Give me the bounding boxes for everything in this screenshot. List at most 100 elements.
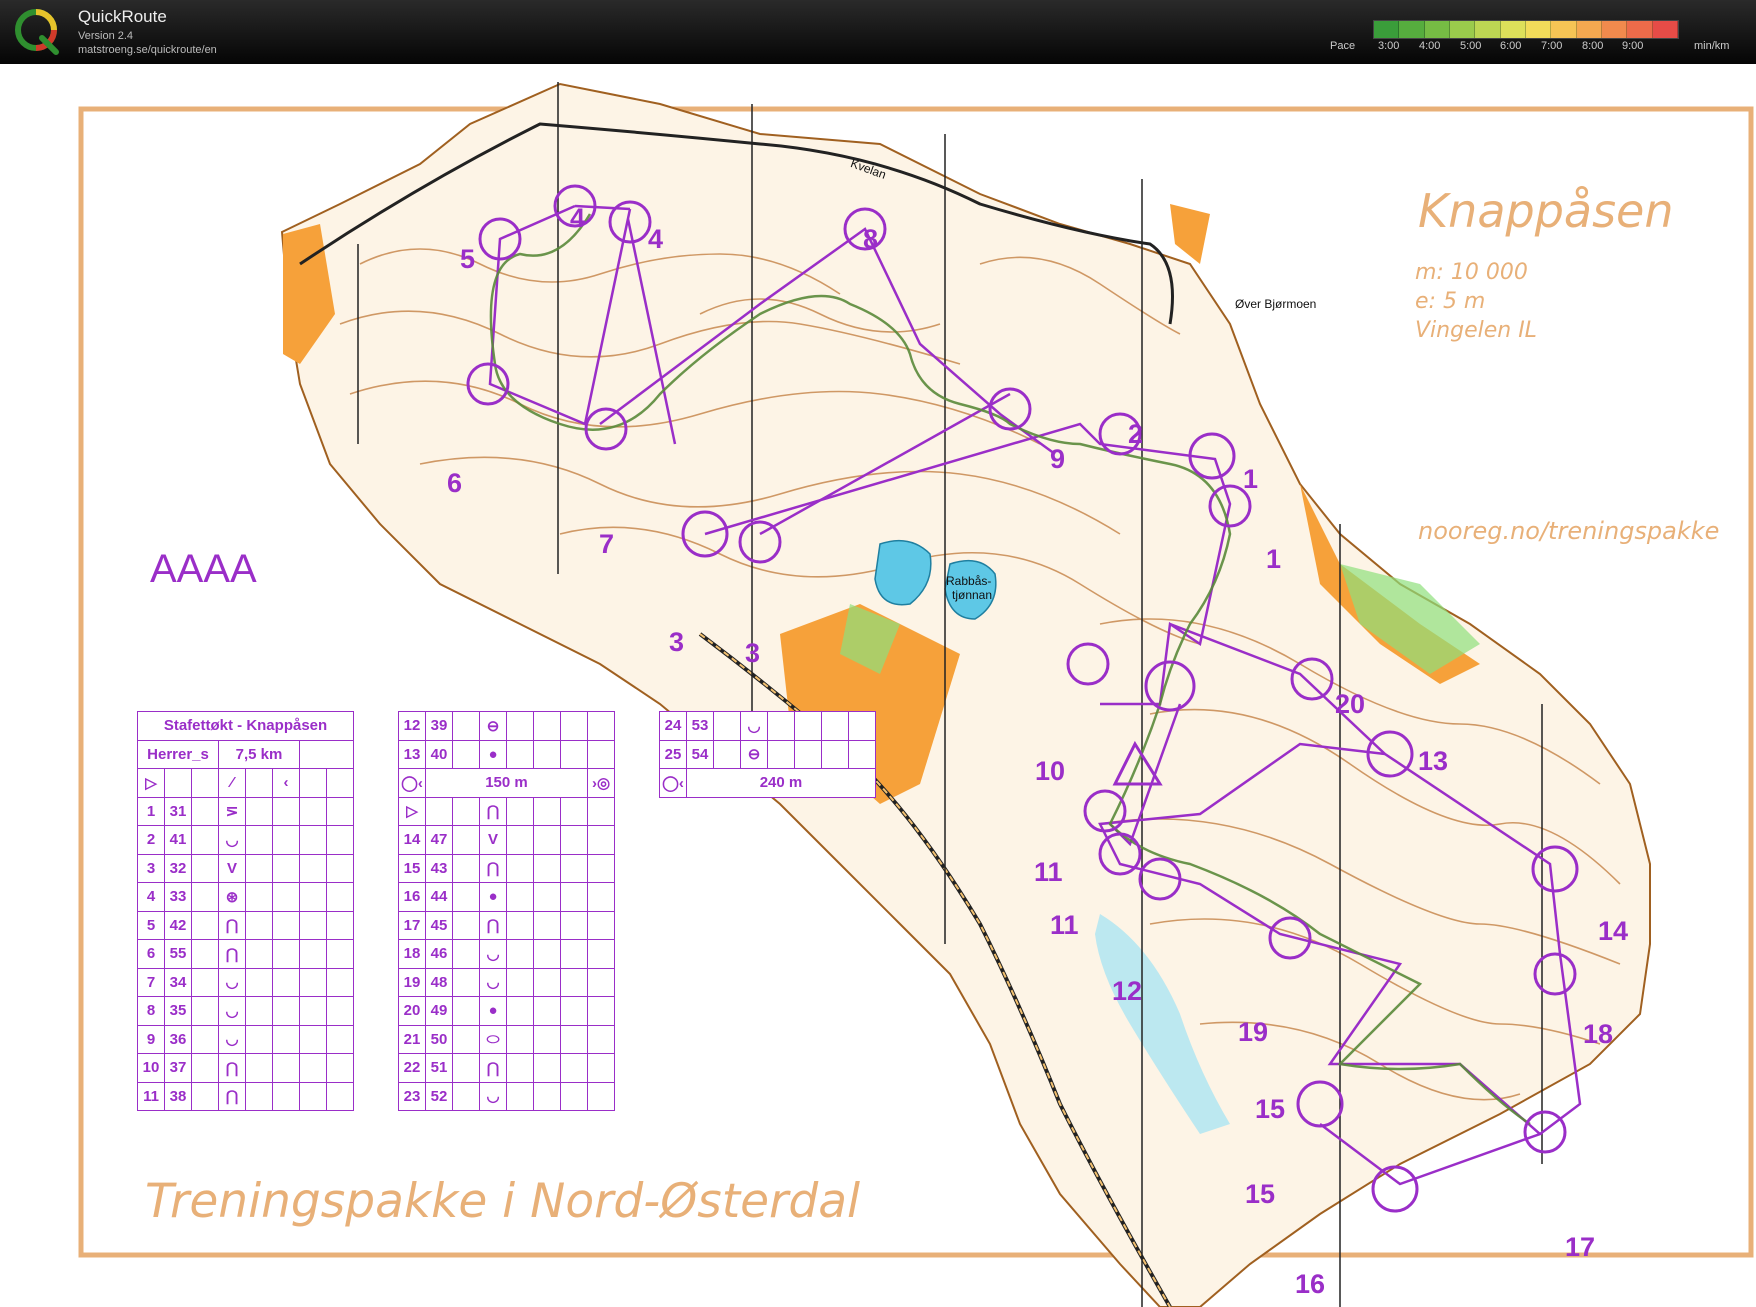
feature-symbol-icon: ⊖: [479, 711, 507, 741]
description-cell: [587, 967, 615, 997]
map-footer: Treningspakke i Nord-Østerdal: [145, 1174, 861, 1229]
description-cell: [533, 967, 561, 997]
control-number: 13: [1418, 746, 1449, 776]
control-code: 39: [425, 711, 453, 741]
open-land: [1170, 204, 1210, 264]
control-number: 11: [1034, 857, 1063, 887]
pace-color-scale: [1373, 20, 1679, 39]
pace-color-cell: [1374, 21, 1400, 38]
description-cell: [506, 996, 534, 1026]
description-row: 10 37 ⋂: [137, 1053, 354, 1083]
pace-tick: 3:00: [1378, 40, 1400, 52]
feature-symbol-icon: ⋂: [479, 910, 507, 940]
control-order: 11: [137, 1081, 165, 1111]
description-cell: [794, 711, 822, 741]
control-number: 20: [1335, 689, 1366, 719]
control-number: 15: [1245, 1179, 1276, 1209]
description-row: 25 54 ⊖: [659, 739, 876, 769]
description-cell: [272, 796, 300, 826]
control-order: 8: [137, 996, 165, 1026]
control-number: 1: [1243, 464, 1259, 494]
feature-symbol-icon: ◡: [740, 711, 768, 741]
description-row: 12 39 ⊖: [398, 711, 615, 741]
feature-symbol-icon: V: [218, 853, 246, 883]
control-order: 10: [137, 1053, 165, 1083]
description-row: 4 33 ⊛: [137, 882, 354, 912]
control-code: 43: [425, 853, 453, 883]
description-cell: [560, 1024, 588, 1054]
description-cell: [245, 1081, 273, 1111]
description-cell: [452, 739, 480, 769]
description-cell: [533, 1053, 561, 1083]
description-cell: [245, 1024, 273, 1054]
control-order: 18: [398, 939, 426, 969]
description-cell: [560, 853, 588, 883]
feature-symbol-icon: ⋂: [218, 910, 246, 940]
control-number: 7: [599, 529, 615, 559]
description-cell: [326, 939, 354, 969]
control-order: 3: [137, 853, 165, 883]
control-number: 17: [1565, 1232, 1596, 1262]
description-cell: [299, 939, 327, 969]
description-cell: [245, 825, 273, 855]
pace-color-cell: [1551, 21, 1577, 38]
control-order: 1: [137, 796, 165, 826]
description-cell: [191, 996, 219, 1026]
description-cell: [560, 825, 588, 855]
description-cell: [587, 1081, 615, 1111]
description-cell: [272, 939, 300, 969]
description-cell: [587, 825, 615, 855]
map-canvas[interactable]: Knappåsen m: 10 000 e: 5 m Vingelen IL n…: [0, 64, 1756, 1307]
control-number: 12: [1112, 976, 1143, 1006]
control-number: 9: [1050, 444, 1066, 474]
pace-color-cell: [1449, 21, 1476, 38]
quickroute-logo-icon: [15, 9, 59, 55]
pace-color-cell: [1627, 21, 1653, 38]
description-cell: [245, 910, 273, 940]
pace-tick: 7:00: [1541, 40, 1563, 52]
control-code: 53: [686, 711, 714, 741]
control-code: 50: [425, 1024, 453, 1054]
control-code: 32: [164, 853, 192, 883]
description-cell: [533, 711, 561, 741]
control-code: 34: [164, 967, 192, 997]
description-cell: [587, 882, 615, 912]
course-label: AAAA: [150, 547, 257, 591]
control-description-sheet-b: 12 39 ⊖ 13 40 ● ◯‹ 150 m ›◎ ▷ ⋂ 14 47 V 15 43 ⋂ 16 44 ● 1…: [398, 711, 615, 1111]
description-cell: [191, 1081, 219, 1111]
description-cell: [272, 853, 300, 883]
description-cell: [299, 796, 327, 826]
control-number: 11: [1050, 910, 1079, 940]
description-cell: [767, 711, 795, 741]
control-order: 2: [137, 825, 165, 855]
description-cell: [245, 967, 273, 997]
description-cell: [821, 711, 849, 741]
description-cell: [533, 939, 561, 969]
description-row: 24 53 ◡: [659, 711, 876, 741]
app-url: matstroeng.se/quickroute/en: [78, 44, 217, 56]
description-cell: [587, 910, 615, 940]
pace-tick: 5:00: [1460, 40, 1482, 52]
description-cell: [191, 882, 219, 912]
control-order: 16: [398, 882, 426, 912]
control-code: 55: [164, 939, 192, 969]
description-row: 17 45 ⋂: [398, 910, 615, 940]
description-cell: [299, 1081, 327, 1111]
pace-color-cell: [1475, 21, 1501, 38]
description-cell: [245, 796, 273, 826]
sheet-class: Herrer_s: [137, 739, 219, 769]
pace-tick: 4:00: [1419, 40, 1441, 52]
description-cell: [326, 967, 354, 997]
pace-tick: 9:00: [1622, 40, 1644, 52]
description-row: 22 51 ⋂: [398, 1053, 615, 1083]
control-order: 25: [659, 739, 687, 769]
control-order: 9: [137, 1024, 165, 1054]
control-order: 4: [137, 882, 165, 912]
description-cell: [299, 825, 327, 855]
control-order: 6: [137, 939, 165, 969]
description-cell: [794, 739, 822, 769]
control-number: 3: [745, 638, 761, 668]
sheet-title: Stafettøkt - Knappåsen: [137, 711, 354, 741]
description-cell: [533, 882, 561, 912]
control-number: 3: [669, 627, 685, 657]
